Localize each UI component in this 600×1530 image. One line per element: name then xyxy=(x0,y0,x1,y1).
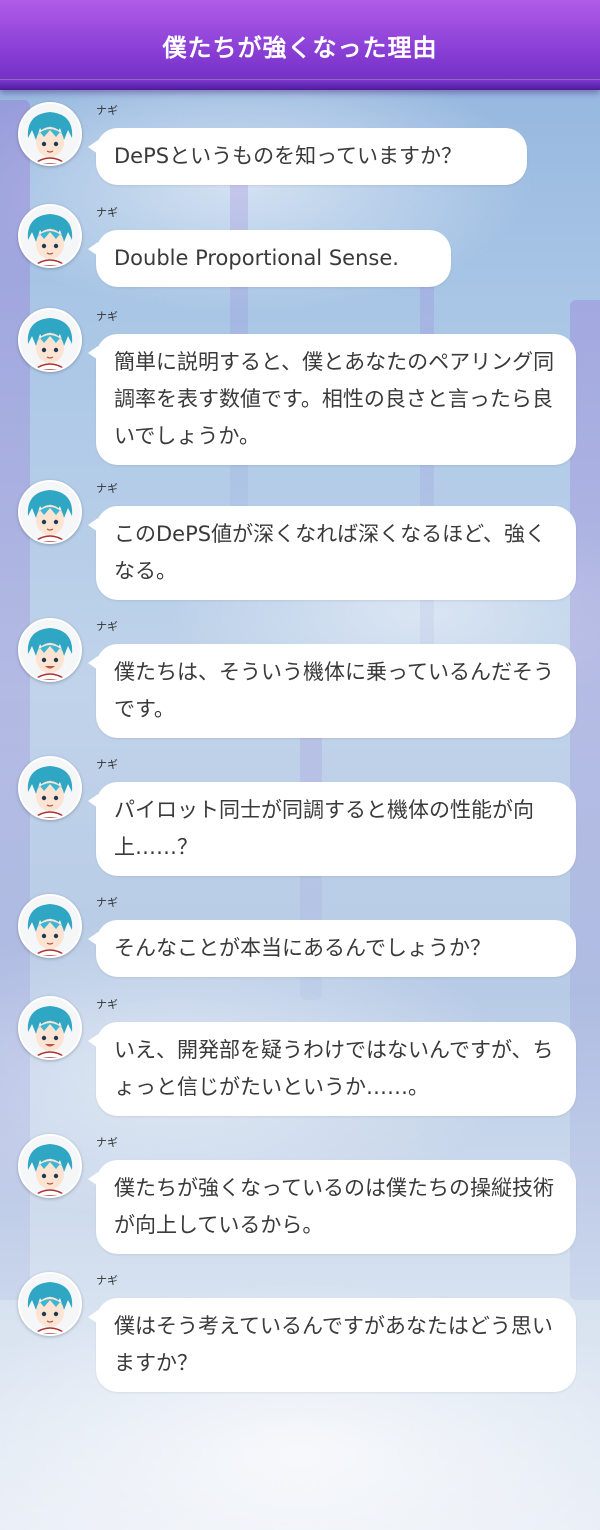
nagi-avatar xyxy=(18,204,82,268)
avatar-portrait-icon xyxy=(20,206,80,266)
page-title: 僕たちが強くなった理由 xyxy=(162,34,438,62)
avatar-portrait-icon xyxy=(20,482,80,542)
avatar-portrait-icon xyxy=(20,998,80,1058)
speaker-name: ナギ xyxy=(96,896,118,909)
header-bar: 僕たちが強くなった理由 xyxy=(0,0,600,90)
speaker-name: ナギ xyxy=(96,482,118,495)
nagi-avatar xyxy=(18,894,82,958)
nagi-avatar xyxy=(18,618,82,682)
nagi-avatar xyxy=(18,1272,82,1336)
nagi-avatar xyxy=(18,480,82,544)
message-bubble: パイロット同士が同調すると機体の性能が向上……？ xyxy=(88,782,576,876)
avatar-portrait-icon xyxy=(20,104,80,164)
nagi-avatar xyxy=(18,308,82,372)
nagi-avatar xyxy=(18,996,82,1060)
speaker-name: ナギ xyxy=(96,758,118,771)
speaker-name: ナギ xyxy=(96,1274,118,1287)
message-bubble: このDePS値が深くなれば深くなるほど、強くなる。 xyxy=(88,506,576,600)
nagi-avatar xyxy=(18,1134,82,1198)
message-bubble: 僕たちは、そういう機体に乗っているんだそうです。 xyxy=(88,644,576,738)
avatar-portrait-icon xyxy=(20,310,80,370)
message-bubble: Double Proportional Sense. xyxy=(88,230,451,287)
message-bubble: いえ、開発部を疑うわけではないんですが、ちょっと信じがたいというか……。 xyxy=(88,1022,576,1116)
speaker-name: ナギ xyxy=(96,206,118,219)
message-bubble: 僕はそう考えているんですがあなたはどう思いますか？ xyxy=(88,1298,576,1392)
avatar-portrait-icon xyxy=(20,1136,80,1196)
speaker-name: ナギ xyxy=(96,310,118,323)
message-bubble: 僕たちが強くなっているのは僕たちの操縦技術が向上しているから。 xyxy=(88,1160,576,1254)
speaker-name: ナギ xyxy=(96,104,118,117)
speaker-name: ナギ xyxy=(96,620,118,633)
message-bubble: DePSというものを知っていますか？ xyxy=(88,128,527,185)
avatar-portrait-icon xyxy=(20,896,80,956)
message-bubble: そんなことが本当にあるんでしょうか？ xyxy=(88,920,576,977)
avatar-portrait-icon xyxy=(20,620,80,680)
nagi-avatar xyxy=(18,756,82,820)
speaker-name: ナギ xyxy=(96,1136,118,1149)
avatar-portrait-icon xyxy=(20,1274,80,1334)
avatar-portrait-icon xyxy=(20,758,80,818)
nagi-avatar xyxy=(18,102,82,166)
message-bubble: 簡単に説明すると、僕とあなたのペアリング同調率を表す数値です。相性の良さと言った… xyxy=(88,334,576,465)
speaker-name: ナギ xyxy=(96,998,118,1011)
